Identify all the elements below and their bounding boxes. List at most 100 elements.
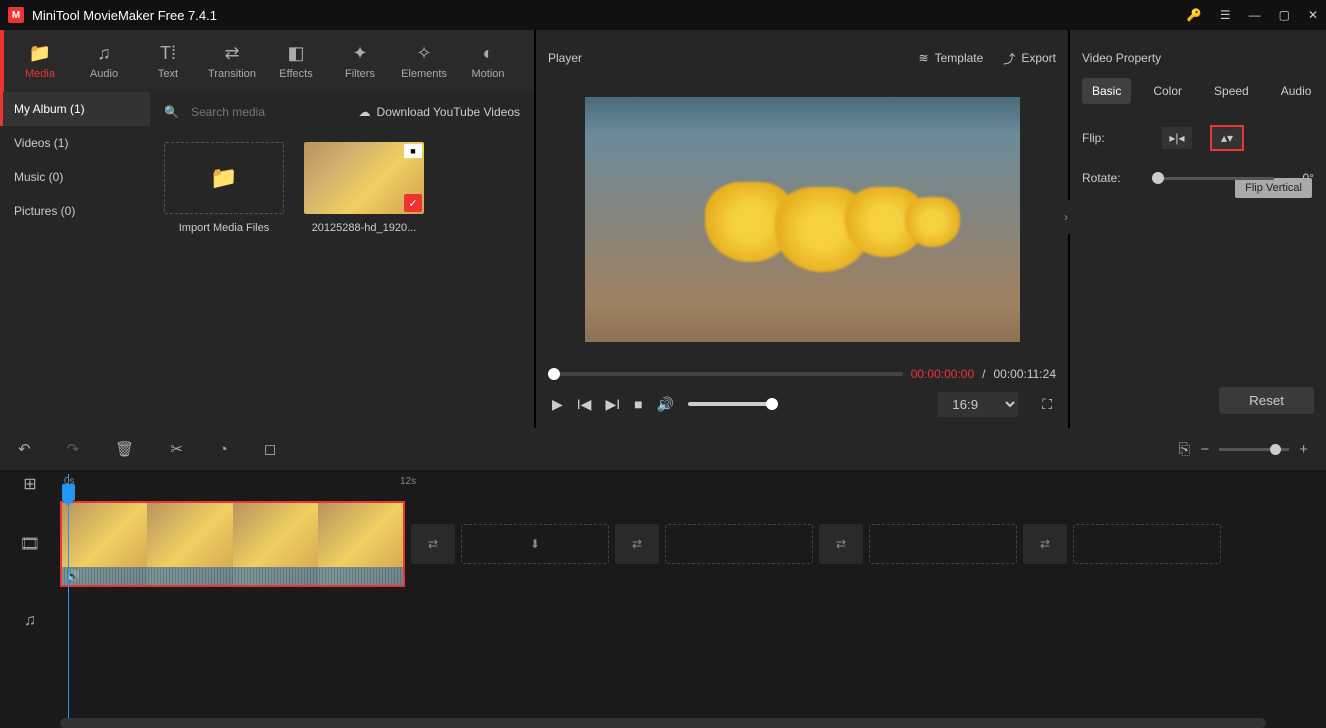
rotate-slider[interactable] [1152,177,1274,180]
prop-tab-speed[interactable]: Speed [1204,78,1259,104]
sidebar-item-music[interactable]: Music (0) [0,160,150,194]
tab-audio[interactable]: ♫Audio [72,30,136,92]
property-panel: › Video Property Basic Color Speed Audio… [1070,30,1326,428]
media-panel: 📁Media ♫Audio T⁞Text ⇄Transition ◧Effect… [0,30,534,428]
sidebar-item-my-album[interactable]: My Album (1) [0,92,150,126]
speed-button[interactable]: ◔ [219,441,228,458]
folder-icon: 📁 [29,43,51,64]
folder-icon: 📁 [210,165,237,191]
maximize-button[interactable]: ▢ [1279,8,1290,22]
tab-text[interactable]: T⁞Text [136,30,200,92]
delete-button[interactable]: 🗑 [115,440,134,458]
download-youtube-button[interactable]: ☁Download YouTube Videos [359,105,520,119]
video-clip[interactable]: 🔊 [60,501,405,587]
tab-transition[interactable]: ⇄Transition [200,30,264,92]
text-icon: T⁞ [160,43,176,64]
split-button[interactable]: ✂ [170,440,183,458]
prop-tab-basic[interactable]: Basic [1082,78,1131,104]
reset-button[interactable]: Reset [1219,387,1314,414]
empty-clip-slot[interactable] [665,524,813,564]
transition-slot[interactable]: ⇄ [411,524,455,564]
template-button[interactable]: ≋Template [919,50,984,67]
video-preview[interactable] [548,78,1056,360]
tab-elements[interactable]: ✧Elements [392,30,456,92]
album-sidebar: My Album (1) Videos (1) Music (0) Pictur… [0,92,150,428]
empty-clip-slot[interactable] [1073,524,1221,564]
rotate-label: Rotate: [1082,171,1142,185]
flip-horizontal-icon: ▸|◂ [1169,131,1184,145]
transition-slot[interactable]: ⇄ [615,524,659,564]
horizontal-scrollbar[interactable] [60,718,1266,728]
redo-button[interactable]: ↷ [67,440,80,458]
sidebar-item-pictures[interactable]: Pictures (0) [0,194,150,228]
audio-track-icon: ♫ [0,590,60,652]
motion-icon: ◐ [483,43,494,64]
undo-button[interactable]: ↶ [18,440,31,458]
prev-frame-button[interactable]: I◀ [577,396,592,413]
video-track-icon: 🎞 [0,498,60,590]
transition-slot[interactable]: ⇄ [1023,524,1067,564]
sidebar-item-videos[interactable]: Videos (1) [0,126,150,160]
empty-clip-slot[interactable]: ⬇ [461,524,609,564]
title-bar: M MiniTool MovieMaker Free 7.4.1 🔑 ☰ — ▢… [0,0,1326,30]
transition-slot[interactable]: ⇄ [819,524,863,564]
camera-icon: ■ [404,144,422,158]
tab-motion[interactable]: ◐Motion [456,30,520,92]
next-frame-button[interactable]: ▶I [605,396,620,413]
timeline-toolbar: ↶ ↷ 🗑 ✂ ◔ ◻ ⎘ − + [0,428,1326,470]
empty-clip-slot[interactable] [869,524,1017,564]
tab-effects[interactable]: ◧Effects [264,30,328,92]
close-button[interactable]: ✕ [1308,8,1318,22]
player-panel: Player ≋Template ⤴Export 00:00:00:00 / 0… [536,30,1068,428]
minimize-button[interactable]: — [1249,8,1261,22]
scrub-bar[interactable] [548,372,903,376]
cloud-download-icon: ☁ [359,105,371,119]
collapse-panel-button[interactable]: › [1062,200,1070,234]
search-input[interactable] [191,105,347,119]
tab-filters[interactable]: ✦Filters [328,30,392,92]
time-total: 00:00:11:24 [993,367,1056,381]
volume-slider[interactable] [688,402,778,406]
timeline: ↶ ↷ 🗑 ✂ ◔ ◻ ⎘ − + ⊞ 🎞 ♫ 0s 12s [0,428,1326,728]
time-ruler[interactable]: 0s 12s [60,470,1326,498]
add-track-button[interactable]: ⊞ [0,470,60,498]
app-logo-icon: M [8,7,24,23]
filters-icon: ✦ [352,43,367,64]
key-icon[interactable]: 🔑 [1187,8,1202,22]
prop-tab-color[interactable]: Color [1143,78,1192,104]
player-title: Player [548,51,582,65]
fullscreen-button[interactable]: ⛶ [1042,396,1052,413]
zoom-in-button[interactable]: + [1299,441,1308,458]
stop-button[interactable]: ■ [634,396,642,412]
prop-tab-audio[interactable]: Audio [1271,78,1322,104]
flip-vertical-button[interactable]: ▴▾ [1212,127,1242,149]
playhead[interactable] [62,484,75,500]
flip-horizontal-button[interactable]: ▸|◂ [1162,127,1192,149]
export-icon: ⤴ [1003,50,1015,67]
tab-media[interactable]: 📁Media [8,30,72,92]
import-media-button[interactable]: 📁 Import Media Files [164,142,284,234]
volume-icon[interactable]: 🔊 [657,396,674,413]
tooltip: Flip Vertical [1235,178,1312,198]
flip-label: Flip: [1082,131,1142,145]
note-icon: ♫ [97,43,111,64]
app-title: MiniTool MovieMaker Free 7.4.1 [32,8,1187,23]
flip-vertical-icon: ▴▾ [1221,131,1233,145]
zoom-out-button[interactable]: − [1200,441,1209,458]
crop-button[interactable]: ◻ [264,440,276,458]
export-button[interactable]: ⤴Export [1003,50,1056,67]
video-track[interactable]: 🔊 ⇄ ⬇ ⇄ ⇄ ⇄ [60,498,1326,590]
playhead-line [68,474,69,718]
zoom-slider[interactable] [1219,448,1289,451]
aspect-ratio-select[interactable]: 16:9 [938,392,1018,417]
elements-icon: ✧ [416,43,431,64]
main-toolbar: 📁Media ♫Audio T⁞Text ⇄Transition ◧Effect… [0,30,534,92]
menu-icon[interactable]: ☰ [1220,8,1231,22]
play-button[interactable]: ▶ [552,396,563,413]
check-icon: ✓ [404,194,422,212]
media-clip[interactable]: ■ ✓ 20125288-hd_1920... [304,142,424,234]
fit-zoom-button[interactable]: ⎘ [1178,441,1190,458]
property-title: Video Property [1082,38,1314,78]
transition-icon: ⇄ [224,43,239,64]
audio-track[interactable] [60,590,1326,652]
